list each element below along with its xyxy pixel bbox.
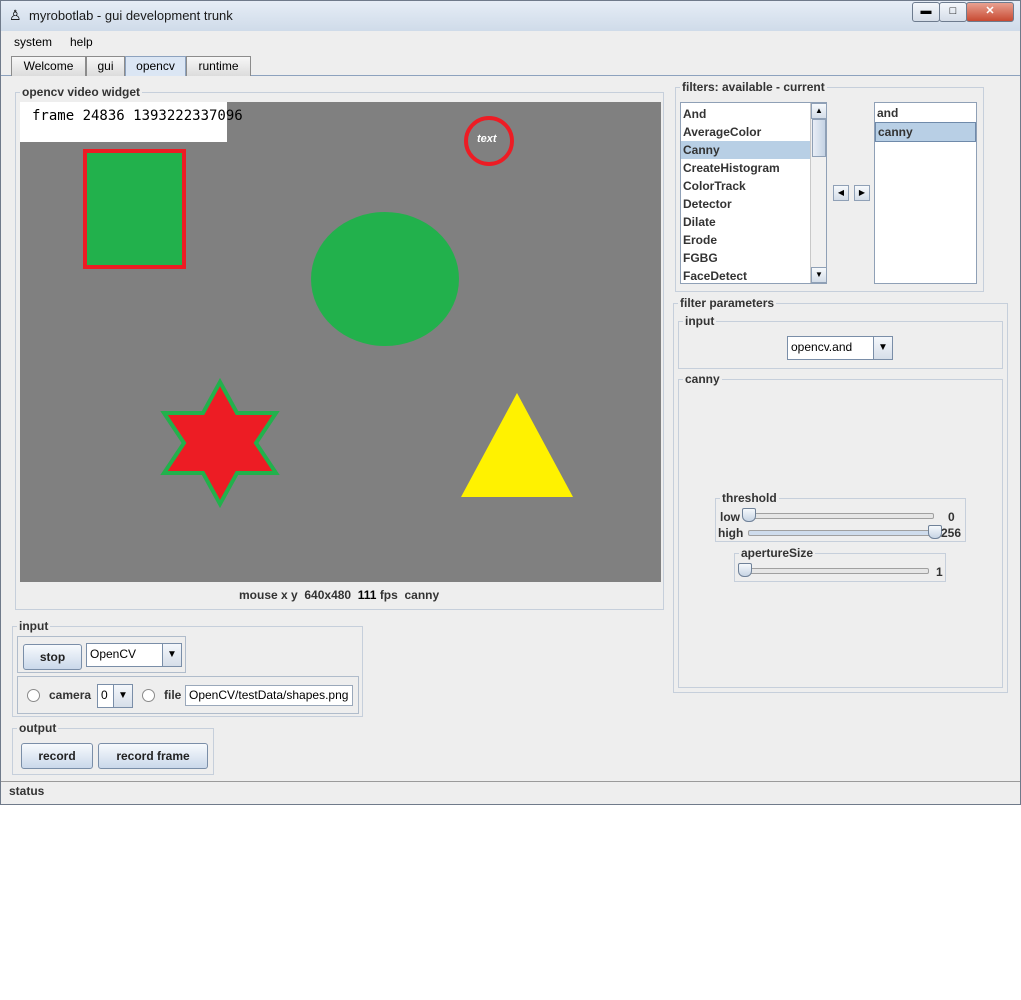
param-input-legend: input (685, 314, 715, 328)
scroll-thumb[interactable] (812, 119, 826, 157)
main-window: ♙ myrobotlab - gui development trunk ▬ □… (0, 0, 1021, 805)
menu-help[interactable]: help (70, 35, 93, 49)
move-right-icon[interactable]: ▶ (854, 185, 870, 201)
close-button[interactable]: ✕ (966, 2, 1014, 22)
tab-runtime[interactable]: runtime (186, 56, 251, 76)
scrollbar[interactable]: ▲ ▼ (810, 103, 826, 283)
current-filters-items: and canny (875, 104, 976, 142)
fps-value: 111 (357, 588, 377, 602)
aperture-slider-track[interactable] (739, 568, 929, 574)
window-title: myrobotlab - gui development trunk (29, 8, 233, 23)
list-item[interactable]: FaceDetect (681, 267, 810, 283)
list-item[interactable]: AverageColor (681, 123, 810, 141)
source-select[interactable]: OpenCV ▼ (86, 643, 182, 667)
list-item[interactable]: CreateHistogram (681, 159, 810, 177)
video-widget-legend: opencv video widget (22, 85, 141, 99)
move-left-icon[interactable]: ◀ (833, 185, 849, 201)
stop-button[interactable]: stop (23, 644, 82, 670)
aperture-legend: apertureSize (741, 546, 814, 560)
input-legend: input (19, 619, 49, 633)
tab-strip: Welcome gui opencv runtime (1, 53, 1020, 76)
menu-system[interactable]: system (14, 35, 52, 49)
file-label: file (164, 688, 182, 702)
camera-index-select[interactable]: 0 ▼ (97, 684, 133, 708)
green-rectangle (83, 149, 186, 269)
mouse-label: mouse x y (239, 588, 298, 602)
shapes-canvas (83, 116, 573, 509)
available-filters-list[interactable]: And AverageColor Canny CreateHistogram C… (680, 102, 827, 284)
circle-text-label: text (477, 133, 497, 145)
canny-legend: canny (685, 372, 720, 386)
list-item[interactable]: And (681, 105, 810, 123)
status-text: status (9, 784, 45, 798)
scroll-down-icon[interactable]: ▼ (811, 267, 826, 283)
file-path-input[interactable]: OpenCV/testData/shapes.png (185, 685, 353, 706)
current-filters-list[interactable]: and canny (874, 102, 977, 284)
file-path-value: OpenCV/testData/shapes.png (189, 688, 349, 702)
list-item[interactable]: canny (875, 122, 976, 142)
low-slider-track[interactable] (743, 513, 934, 519)
list-item[interactable]: Canny (681, 141, 810, 159)
param-input-select[interactable]: opencv.and ▼ (787, 336, 893, 360)
green-circle (311, 212, 459, 346)
menu-bar: system help (1, 31, 1020, 53)
file-radio[interactable] (142, 689, 155, 702)
list-item[interactable]: Erode (681, 231, 810, 249)
aperture-slider-thumb[interactable] (738, 563, 752, 577)
tab-welcome[interactable]: Welcome (11, 56, 86, 76)
low-value: 0 (948, 510, 955, 524)
yellow-triangle (461, 393, 573, 497)
high-label: high (718, 526, 744, 540)
camera-index-value: 0 (101, 688, 108, 702)
minimize-button[interactable]: ▬ (912, 2, 940, 22)
title-bar[interactable]: ♙ myrobotlab - gui development trunk ▬ □… (1, 1, 1020, 31)
available-filters-items: And AverageColor Canny CreateHistogram C… (681, 105, 810, 283)
chevron-down-icon[interactable]: ▼ (162, 644, 181, 666)
source-select-value: OpenCV (90, 647, 137, 661)
active-filter-value: canny (404, 588, 440, 602)
high-slider-thumb[interactable] (928, 525, 942, 539)
list-item[interactable]: FGBG (681, 249, 810, 267)
list-item[interactable]: Dilate (681, 213, 810, 231)
record-frame-button[interactable]: record frame (98, 743, 208, 769)
robot-icon: ♙ (9, 7, 22, 23)
filter-parameters-legend: filter parameters (680, 296, 775, 310)
high-value: 256 (941, 526, 962, 540)
red-star (160, 377, 280, 509)
low-label: low (720, 510, 740, 524)
filters-legend: filters: available - current (682, 80, 825, 94)
fps-label: fps (379, 588, 398, 602)
aperture-panel: apertureSize (734, 546, 946, 582)
aperture-value: 1 (936, 565, 943, 579)
low-slider-thumb[interactable] (742, 508, 756, 522)
video-display[interactable]: frame 24836 1393222337096 text (20, 102, 661, 582)
list-item[interactable]: ColorTrack (681, 177, 810, 195)
camera-label: camera (49, 688, 92, 702)
scroll-up-icon[interactable]: ▲ (811, 103, 826, 119)
output-legend: output (19, 721, 57, 735)
chevron-down-icon[interactable]: ▼ (113, 685, 132, 707)
resolution-value: 640x480 (304, 588, 352, 602)
threshold-legend: threshold (722, 491, 777, 505)
high-slider-track[interactable] (748, 530, 941, 536)
chevron-down-icon[interactable]: ▼ (873, 337, 892, 359)
video-status-line: mouse x y 640x480 111 fps canny (239, 588, 439, 602)
list-item[interactable]: and (875, 104, 976, 122)
param-input-value: opencv.and (791, 340, 853, 354)
camera-radio[interactable] (27, 689, 40, 702)
list-item[interactable]: Detector (681, 195, 810, 213)
tab-gui[interactable]: gui (86, 56, 125, 76)
maximize-button[interactable]: □ (939, 2, 967, 22)
status-bar: status (1, 781, 1020, 804)
record-button[interactable]: record (21, 743, 93, 769)
tab-opencv[interactable]: opencv (125, 56, 186, 76)
